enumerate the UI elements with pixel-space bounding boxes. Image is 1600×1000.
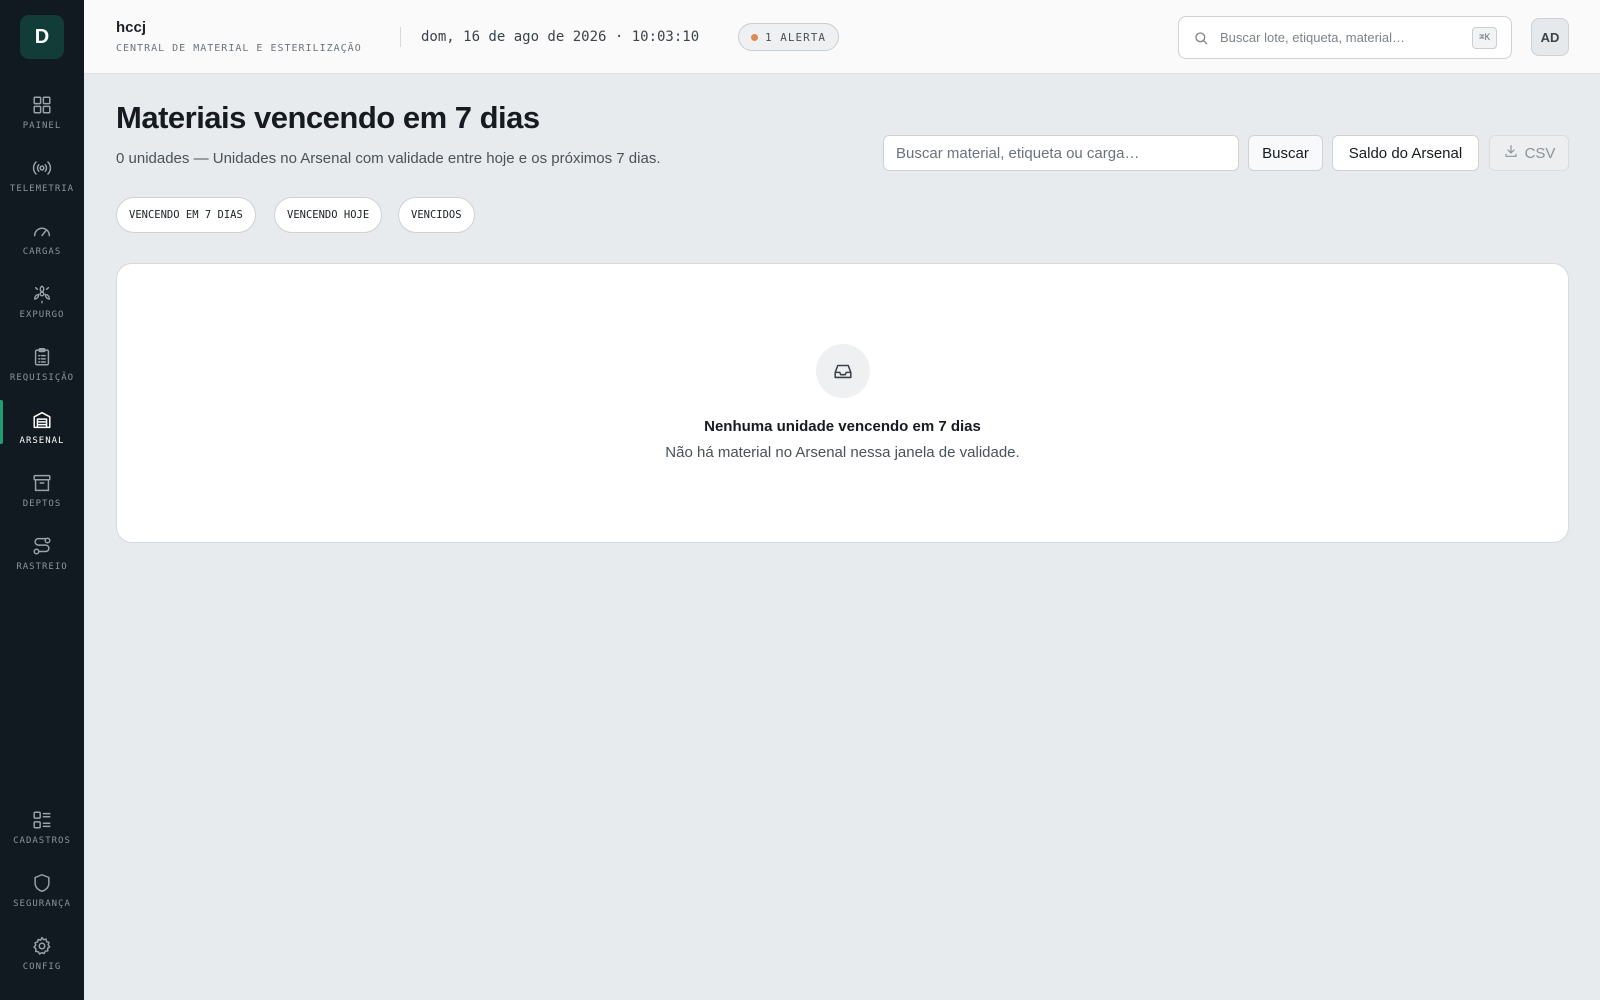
sidebar-item-painel[interactable]: PAINEL	[0, 88, 84, 144]
divider	[400, 27, 401, 47]
sidebar-item-cargas[interactable]: CARGAS	[0, 214, 84, 270]
shortcut-hint: ⌘K	[1472, 27, 1497, 49]
archive-icon	[31, 472, 53, 494]
search-button[interactable]: Buscar	[1248, 135, 1323, 171]
org-name: hccj	[116, 19, 147, 36]
sidebar-item-label: CADASTROS	[13, 836, 71, 846]
download-icon	[1503, 143, 1519, 163]
user-avatar[interactable]: AD	[1531, 18, 1569, 56]
csv-label: CSV	[1524, 144, 1556, 162]
filter-chip-expired[interactable]: VENCIDOS	[398, 197, 475, 233]
dashboard-icon	[31, 94, 53, 116]
alert-dot-icon	[751, 33, 758, 41]
sidebar-item-config[interactable]: CONFIG	[0, 929, 84, 985]
inbox-icon	[816, 344, 870, 398]
sidebar-item-cadastros[interactable]: CADASTROS	[0, 803, 84, 859]
gear-icon	[31, 935, 53, 957]
top-bar: hccj CENTRAL DE MATERIAL E ESTERILIZAÇÃO…	[84, 0, 1600, 74]
route-icon	[31, 535, 53, 557]
empty-state-text: Não há material no Arsenal nessa janela …	[665, 444, 1020, 461]
alert-badge[interactable]: 1 ALERTA	[738, 23, 839, 51]
global-search[interactable]: ⌘K	[1178, 16, 1512, 59]
sidebar-item-label: PAINEL	[22, 121, 62, 131]
sidebar-item-arsenal[interactable]: ARSENAL	[0, 400, 84, 459]
sidebar-item-label: CARGAS	[22, 247, 62, 257]
sidebar-item-deptos[interactable]: DEPTOS	[0, 466, 84, 522]
alert-label: 1 ALERTA	[765, 30, 826, 44]
sidebar-item-rastreio[interactable]: RASTREIO	[0, 529, 84, 585]
list-icon	[31, 809, 53, 831]
sidebar-item-label: ARSENAL	[19, 436, 65, 446]
sidebar-item-seguranca[interactable]: SEGURANÇA	[0, 866, 84, 922]
empty-state-title: Nenhuma unidade vencendo em 7 dias	[704, 418, 981, 435]
empty-state-card: Nenhuma unidade vencendo em 7 dias Não h…	[116, 263, 1569, 543]
arsenal-balance-button[interactable]: Saldo do Arsenal	[1332, 135, 1479, 171]
page-title: Materiais vencendo em 7 dias	[116, 100, 540, 135]
warehouse-icon	[31, 409, 53, 431]
sidebar-item-label: DEPTOS	[22, 499, 62, 509]
sidebar-item-expurgo[interactable]: EXPURGO	[0, 277, 84, 333]
filter-chip-expiring-today[interactable]: VENCENDO HOJE	[274, 197, 383, 233]
sidebar: D PAINEL TELEMETRIA CARGAS EXPURGO REQUI…	[0, 0, 84, 1000]
sidebar-item-label: CONFIG	[22, 962, 62, 972]
shield-icon	[31, 872, 53, 894]
biohazard-icon	[31, 283, 53, 305]
broadcast-icon	[31, 157, 53, 179]
sidebar-item-label: EXPURGO	[19, 310, 65, 320]
global-search-input[interactable]	[1220, 30, 1460, 45]
clipboard-icon	[31, 346, 53, 368]
filter-chip-expiring-7-days[interactable]: VENCENDO EM 7 DIAS	[116, 197, 256, 233]
gauge-icon	[31, 220, 53, 242]
page-subtitle: 0 unidades — Unidades no Arsenal com val…	[116, 150, 661, 167]
sidebar-item-telemetria[interactable]: TELEMETRIA	[0, 151, 84, 207]
material-search-input[interactable]	[883, 135, 1239, 171]
app-logo[interactable]: D	[20, 15, 64, 59]
sidebar-item-label: SEGURANÇA	[13, 899, 71, 909]
sidebar-item-label: TELEMETRIA	[9, 184, 75, 194]
current-datetime: dom, 16 de ago de 2026 · 10:03:10	[421, 29, 700, 45]
sidebar-item-label: RASTREIO	[16, 562, 68, 572]
sidebar-item-label: REQUISIÇÃO	[9, 373, 75, 383]
csv-export-button[interactable]: CSV	[1489, 135, 1569, 171]
org-subtitle: CENTRAL DE MATERIAL E ESTERILIZAÇÃO	[116, 43, 362, 54]
search-icon	[1193, 30, 1209, 46]
sidebar-item-requisicao[interactable]: REQUISIÇÃO	[0, 340, 84, 396]
